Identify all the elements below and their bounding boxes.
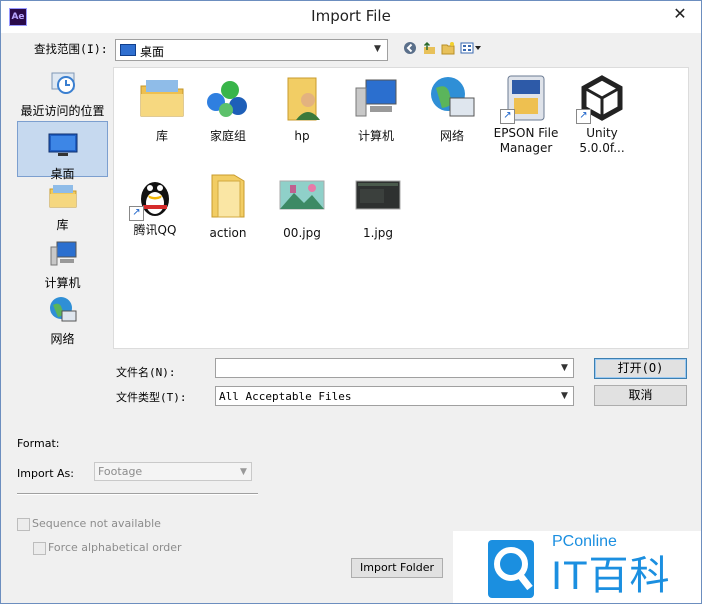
file-item[interactable]: ↗ Unity 5.0.0f...: [564, 74, 640, 156]
image-thumbnail-icon: [279, 180, 325, 210]
watermark-brand-main: IT百科: [551, 554, 671, 598]
import-folder-button[interactable]: Import Folder: [351, 558, 443, 578]
file-type-select[interactable]: All Acceptable Files ▼: [215, 386, 574, 406]
file-item[interactable]: ↗ EPSON File Manager: [488, 74, 564, 156]
file-label: 00.jpg: [283, 226, 321, 240]
libraries-icon: [140, 80, 184, 117]
place-label: 最近访问的位置: [20, 104, 105, 118]
file-item[interactable]: hp: [264, 74, 340, 144]
look-in-dropdown[interactable]: 桌面 ▼: [115, 39, 388, 61]
cancel-button[interactable]: 取消: [594, 385, 687, 406]
file-label: 腾讯QQ: [133, 223, 177, 237]
file-name-input[interactable]: ▼: [215, 358, 574, 378]
force-alphabetical-checkbox[interactable]: [33, 542, 46, 555]
file-item[interactable]: ↗ 腾讯QQ: [117, 171, 193, 238]
new-folder-icon[interactable]: [441, 41, 455, 55]
recent-places-icon: [51, 72, 75, 94]
computer-icon: [50, 241, 76, 266]
place-label: 网络: [50, 332, 75, 346]
place-recent[interactable]: 最近访问的位置: [17, 67, 108, 118]
desktop-icon: [120, 44, 136, 56]
pconline-watermark: PConline IT百科: [453, 531, 701, 603]
file-label: hp: [294, 129, 310, 143]
sequence-checkbox[interactable]: [17, 518, 30, 531]
qq-shortcut-icon: ↗: [129, 171, 179, 221]
force-alphabetical-label: Force alphabetical order: [48, 541, 182, 554]
shortcut-arrow-icon: ↗: [500, 109, 515, 124]
image-thumbnail-icon: [355, 180, 401, 210]
import-as-label: Import As:: [17, 467, 74, 480]
file-list: 库 家庭组 hp 计算机 网络 ↗ EPSON File Manager ↗ U…: [113, 67, 689, 349]
file-label: 网络: [439, 129, 464, 143]
file-item[interactable]: 库: [124, 74, 200, 144]
title-bar: Ae Import File ✕: [1, 1, 701, 33]
place-desktop[interactable]: 桌面: [17, 121, 108, 181]
file-label: 计算机: [357, 129, 394, 143]
chevron-down-icon[interactable]: ▼: [561, 363, 568, 373]
navigation-toolbar: [403, 41, 483, 57]
epson-shortcut-icon: ↗: [500, 74, 550, 124]
file-item[interactable]: 计算机: [338, 74, 414, 144]
file-label: 家庭组: [209, 129, 246, 143]
place-label: 桌面: [50, 167, 75, 181]
window-title: Import File: [311, 7, 391, 25]
look-in-label: 查找范围(I):: [34, 42, 108, 56]
network-icon: [49, 297, 76, 322]
place-computer[interactable]: 计算机: [17, 239, 108, 291]
file-item[interactable]: 00.jpg: [264, 171, 340, 241]
chevron-down-icon: ▼: [374, 44, 381, 54]
file-item[interactable]: action: [190, 171, 266, 241]
options-divider: [17, 493, 258, 495]
chevron-down-icon: ▼: [240, 467, 247, 477]
shortcut-arrow-icon: ↗: [576, 109, 591, 124]
shortcut-arrow-icon: ↗: [129, 206, 144, 221]
homegroup-icon: [207, 81, 247, 117]
file-label: 1.jpg: [362, 226, 394, 240]
file-label: EPSON File Manager: [493, 126, 559, 155]
close-button[interactable]: ✕: [661, 2, 699, 26]
computer-icon: [355, 79, 397, 117]
look-in-value: 桌面: [140, 45, 165, 59]
sequence-label: Sequence not available: [32, 517, 161, 530]
format-label: Format:: [17, 437, 60, 450]
up-folder-icon[interactable]: [422, 41, 436, 55]
import-as-value: Footage: [98, 465, 143, 478]
libraries-icon: [49, 185, 76, 208]
view-menu-icon[interactable]: [460, 41, 482, 55]
back-icon[interactable]: [403, 41, 417, 55]
file-type-value: All Acceptable Files: [219, 390, 352, 403]
place-label: 库: [56, 218, 69, 232]
places-bar: 最近访问的位置 桌面 库 计算机 网络: [17, 67, 108, 349]
desktop-icon: [48, 133, 77, 156]
place-network[interactable]: 网络: [17, 295, 108, 347]
place-label: 计算机: [44, 276, 81, 290]
import-file-dialog: Ae Import File ✕ 查找范围(I): 桌面 ▼ 最近访问的位置 桌…: [0, 0, 702, 604]
unity-shortcut-icon: ↗: [576, 74, 626, 124]
file-item[interactable]: 网络: [414, 74, 490, 144]
chevron-down-icon: ▼: [561, 391, 568, 401]
file-name-label: 文件名(N):: [116, 366, 176, 379]
pconline-logo-icon: [488, 540, 534, 598]
file-item[interactable]: 1.jpg: [340, 171, 416, 241]
network-icon: [431, 77, 475, 117]
file-label: Unity 5.0.0f...: [579, 126, 625, 155]
file-label: 库: [155, 129, 168, 143]
user-folder-icon: [287, 77, 320, 121]
watermark-brand-top: PConline: [552, 533, 617, 550]
open-button[interactable]: 打开(O): [594, 358, 687, 379]
import-as-select[interactable]: Footage ▼: [94, 462, 252, 481]
place-libraries[interactable]: 库: [17, 181, 108, 233]
file-item[interactable]: 家庭组: [190, 74, 266, 144]
file-type-label: 文件类型(T):: [116, 391, 187, 404]
folder-icon: [211, 174, 245, 218]
file-label: action: [209, 226, 247, 240]
